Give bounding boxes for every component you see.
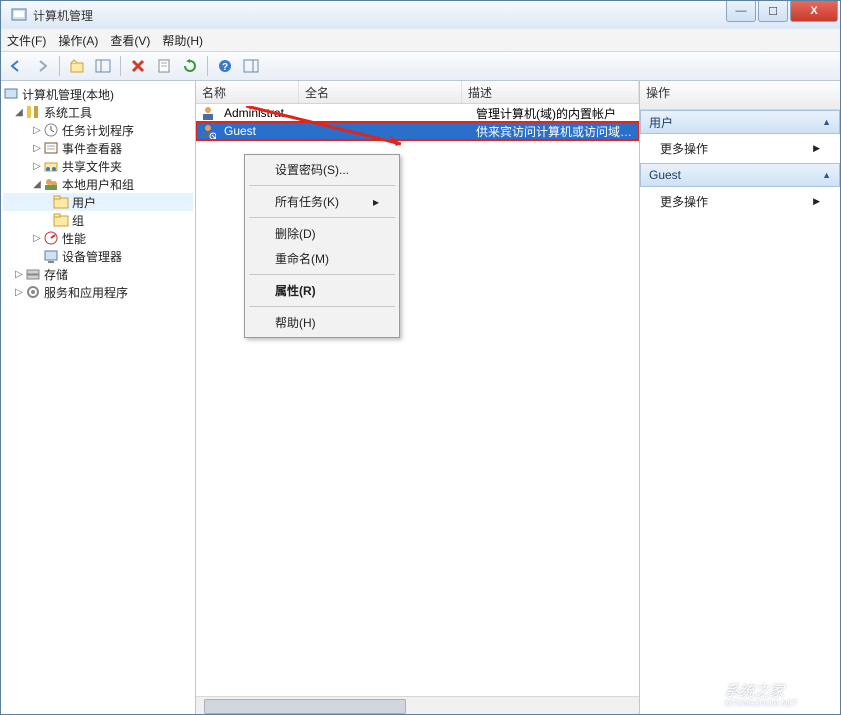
svg-text:系统之家: 系统之家 [724,683,786,700]
menu-file[interactable]: 文件(F) [7,32,46,49]
svg-text:XITONGZHIJIA.NET: XITONGZHIJIA.NET [723,699,798,708]
minimize-button[interactable]: — [726,1,756,22]
ctx-help[interactable]: 帮助(H) [247,310,397,335]
list-pane: 名称 全名 描述 Administrat... 管理计算机(域)的内置帐户 [196,81,640,714]
context-menu: 设置密码(S)... 所有任务(K)▸ 删除(D) 重命名(M) 属性(R) 帮… [244,154,400,338]
toolbar: ? [1,52,840,81]
action-pane-button[interactable] [240,55,262,77]
ctx-properties[interactable]: 属性(R) [247,278,397,303]
refresh-button[interactable] [179,55,201,77]
ctx-all-tasks[interactable]: 所有任务(K)▸ [247,189,397,214]
help-button[interactable]: ? [214,55,236,77]
ctx-set-password[interactable]: 设置密码(S)... [247,157,397,182]
col-fullname[interactable]: 全名 [299,81,462,103]
delete-button[interactable] [127,55,149,77]
actions-title: 操作 [640,81,840,110]
menu-view[interactable]: 查看(V) [110,32,150,49]
submenu-arrow-icon: ▶ [813,143,820,154]
tree-storage[interactable]: ▷存储 [3,265,193,283]
forward-button[interactable] [31,55,53,77]
tree-services-apps[interactable]: ▷服务和应用程序 [3,283,193,301]
submenu-arrow-icon: ▸ [373,195,379,209]
collapse-icon: ▲ [822,117,831,127]
user-disabled-icon [200,123,216,139]
menu-bar: 文件(F) 操作(A) 查看(V) 帮助(H) [1,29,840,52]
window-title: 计算机管理 [33,7,836,24]
actions-section-users[interactable]: 用户▲ [640,110,840,134]
properties-button[interactable] [153,55,175,77]
user-list[interactable]: Administrat... 管理计算机(域)的内置帐户 Guest 供来宾访问… [196,104,639,696]
app-window: 计算机管理 — ☐ X 文件(F) 操作(A) 查看(V) 帮助(H) ? 计算… [0,0,841,715]
horizontal-scrollbar[interactable] [196,696,639,714]
action-more-users[interactable]: 更多操作▶ [640,134,840,163]
svg-text:?: ? [222,62,228,73]
back-button[interactable] [5,55,27,77]
tree-device-manager[interactable]: 设备管理器 [3,247,193,265]
watermark: 系统之家XITONGZHIJIA.NET [694,674,834,708]
maximize-button[interactable]: ☐ [758,1,788,22]
tree-groups[interactable]: 组 [3,211,193,229]
title-bar[interactable]: 计算机管理 — ☐ X [1,1,840,29]
menu-help[interactable]: 帮助(H) [162,32,203,49]
submenu-arrow-icon: ▶ [813,196,820,207]
close-button[interactable]: X [790,1,838,22]
tree-local-users-groups[interactable]: ◢本地用户和组 [3,175,193,193]
list-header[interactable]: 名称 全名 描述 [196,81,639,104]
col-name[interactable]: 名称 [196,81,299,103]
nav-tree[interactable]: 计算机管理(本地) ◢系统工具 ▷任务计划程序 ▷事件查看器 ▷共享文件夹 ◢本… [1,81,196,714]
actions-section-guest[interactable]: Guest▲ [640,163,840,187]
tree-root[interactable]: 计算机管理(本地) [3,85,193,103]
tree-event-viewer[interactable]: ▷事件查看器 [3,139,193,157]
actions-pane: 操作 用户▲ 更多操作▶ Guest▲ 更多操作▶ [640,81,840,714]
scrollbar-thumb[interactable] [204,699,406,714]
tree-shared-folders[interactable]: ▷共享文件夹 [3,157,193,175]
tree-task-scheduler[interactable]: ▷任务计划程序 [3,121,193,139]
user-icon [200,105,216,121]
list-row-administrator[interactable]: Administrat... 管理计算机(域)的内置帐户 [196,104,639,122]
show-hide-tree-button[interactable] [92,55,114,77]
list-row-guest[interactable]: Guest 供来宾访问计算机或访问域的内... [196,122,639,140]
collapse-icon: ▲ [822,170,831,180]
tree-system-tools[interactable]: ◢系统工具 [3,103,193,121]
up-button[interactable] [66,55,88,77]
ctx-rename[interactable]: 重命名(M) [247,246,397,271]
col-desc[interactable]: 描述 [462,81,639,103]
tree-users[interactable]: 用户 [3,193,193,211]
action-more-guest[interactable]: 更多操作▶ [640,187,840,216]
tree-performance[interactable]: ▷性能 [3,229,193,247]
menu-action[interactable]: 操作(A) [58,32,98,49]
app-icon [11,7,27,23]
ctx-delete[interactable]: 删除(D) [247,221,397,246]
